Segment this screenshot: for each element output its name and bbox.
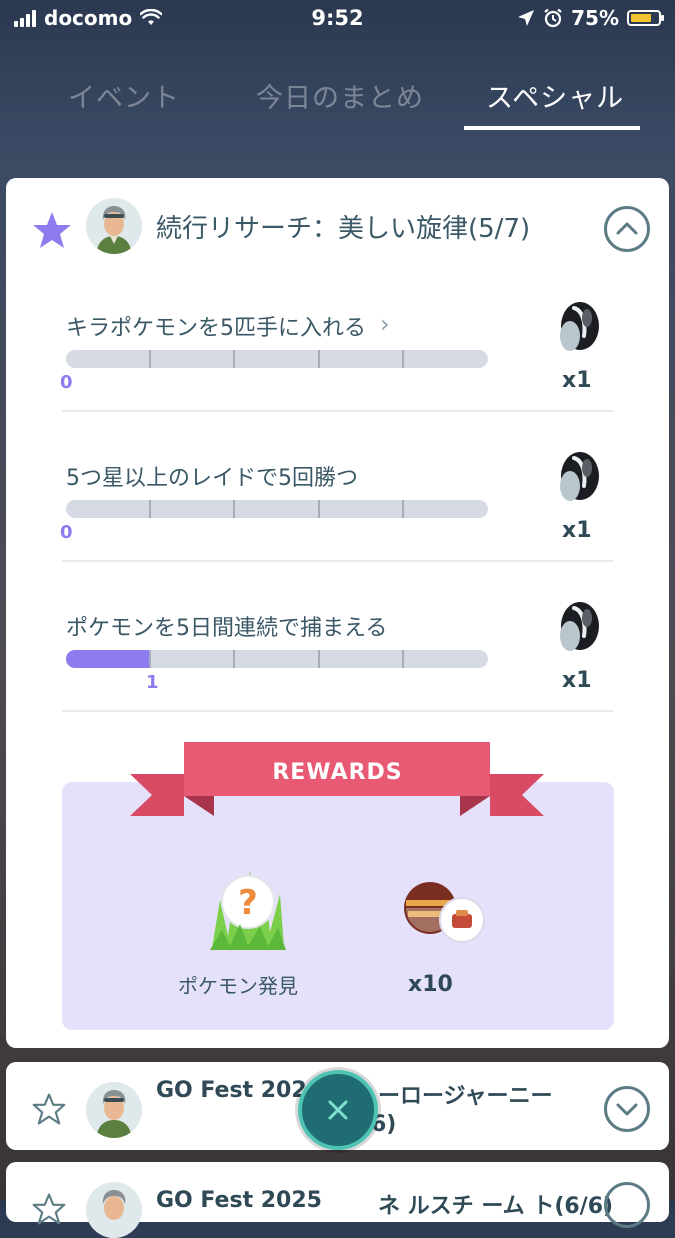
collapse-button[interactable] [604, 206, 650, 252]
task-progress-value: 0 [60, 522, 73, 543]
task-progress-value: 1 [146, 672, 159, 693]
chevron-down-icon [616, 1103, 638, 1116]
tab-special[interactable]: スペシャル [486, 76, 624, 115]
task-progress-value: 0 [60, 372, 73, 393]
alarm-icon [544, 8, 562, 28]
task-reward-count: x1 [562, 518, 592, 543]
divider [62, 710, 613, 712]
research-title-left: GO Fest 2025 [156, 1188, 322, 1213]
task-label: 5つ星以上のレイドで5回勝つ [66, 466, 358, 491]
task-reward-count: x1 [562, 368, 592, 393]
black-augurite-icon [560, 602, 599, 651]
divider [62, 560, 613, 562]
close-button[interactable] [298, 1070, 378, 1150]
close-icon [328, 1100, 348, 1120]
research-title: 続行リサーチ：美しい旋律(5/7) [156, 214, 531, 244]
chevron-right-icon: › [380, 310, 390, 338]
task-progress-bar [66, 650, 488, 668]
black-augurite-icon [560, 302, 599, 351]
tab-events[interactable]: イベント [68, 76, 180, 115]
chevron-up-icon [616, 222, 638, 235]
expand-button[interactable] [604, 1182, 650, 1228]
reward-count-balls: x10 [408, 972, 453, 997]
black-augurite-icon [560, 452, 599, 501]
research-title-right: ーロージャーニー [378, 1084, 553, 1109]
favorite-star-icon[interactable] [32, 210, 72, 250]
research-title-right: ネ ルスチ ーム ト(6/6) [378, 1194, 614, 1219]
battery-icon [627, 10, 664, 26]
battery-percent: 75% [571, 6, 619, 30]
expand-button[interactable] [604, 1086, 650, 1132]
professor-avatar [86, 1182, 142, 1238]
ultra-ball-icon [404, 882, 485, 943]
today-tabs: イベント 今日のまとめ スペシャル [0, 70, 675, 140]
task-label: ポケモンを5日間連続で捕まえる [66, 616, 388, 641]
rewards-panel [62, 782, 614, 1030]
favorite-star-outline-icon[interactable] [32, 1192, 66, 1226]
location-arrow-icon [518, 10, 535, 26]
task-progress-bar [66, 350, 488, 368]
professor-avatar [86, 1082, 142, 1138]
reward-label-encounter: ポケモン発見 [178, 974, 298, 998]
professor-avatar [86, 198, 142, 254]
svg-text:?: ? [238, 883, 258, 923]
task-label: キラポケモンを5匹手に入れる [66, 316, 366, 341]
task-progress-bar [66, 500, 488, 518]
task-reward-count: x1 [562, 668, 592, 693]
status-bar: docomo 9:52 75% [0, 0, 675, 38]
special-research-card: 続行リサーチ：美しい旋律(5/7) キラポケモンを5匹手に入れる › 0 x1 … [6, 178, 669, 1048]
tab-today-summary[interactable]: 今日のまとめ [256, 76, 424, 115]
divider [62, 410, 613, 412]
favorite-star-outline-icon[interactable] [32, 1092, 66, 1126]
rewards-banner-text: REWARDS [272, 760, 403, 785]
research-card-go-fest-2[interactable]: GO Fest 2025 ネ ルスチ ーム ト(6/6) [6, 1162, 669, 1238]
active-tab-indicator [464, 126, 640, 130]
pokemon-encounter-icon: ? [210, 870, 286, 950]
research-title-left: GO Fest 202 [156, 1078, 307, 1103]
